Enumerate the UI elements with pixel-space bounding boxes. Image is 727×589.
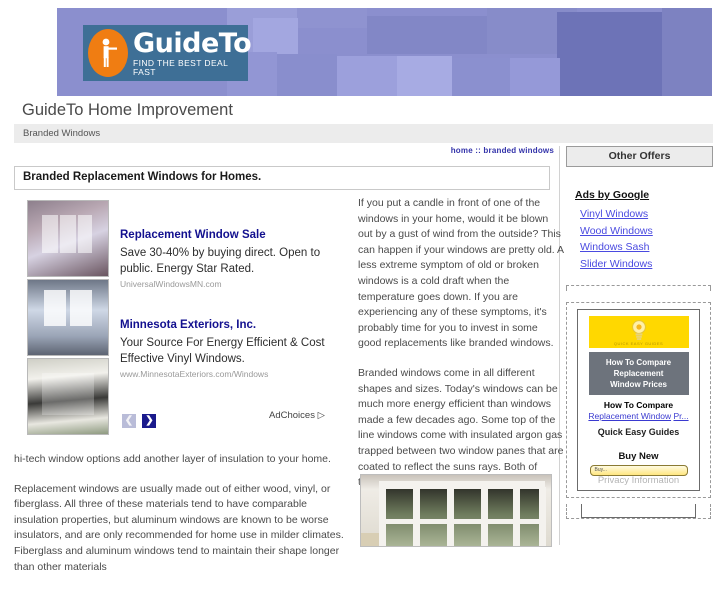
banner-block bbox=[297, 8, 367, 28]
ad-title[interactable]: Minnesota Exteriors, Inc. bbox=[120, 318, 340, 333]
article-title: Branded Replacement Windows for Homes. bbox=[23, 171, 262, 183]
ad-url: UniversalWindowsMN.com bbox=[120, 279, 222, 289]
banner-block bbox=[337, 56, 397, 96]
next-arrow-icon[interactable]: ❯ bbox=[142, 414, 157, 428]
sidebar-ad-unit[interactable]: QUICK EASY GUIDES How To Compare Replace… bbox=[577, 309, 700, 491]
adchoices-icon: ▷ bbox=[317, 410, 325, 421]
ad-thumbnails bbox=[27, 200, 109, 437]
article-title-box: Branded Replacement Windows for Homes. bbox=[14, 166, 550, 190]
privacy-information-link[interactable]: Privacy Information bbox=[582, 475, 695, 486]
article-paragraph: hi-tech window options add another layer… bbox=[14, 453, 331, 465]
logo-text: GuideTo FIND THE BEST DEAL FAST bbox=[133, 28, 252, 77]
adchoices-link[interactable]: AdChoices ▷ bbox=[269, 410, 325, 421]
breadcrumb[interactable]: home :: branded windows bbox=[451, 146, 554, 155]
logo-tagline: FIND THE BEST DEAL FAST bbox=[133, 58, 228, 77]
banner-block bbox=[452, 58, 510, 96]
ad-item[interactable]: Replacement Window Sale Save 30-40% by b… bbox=[120, 228, 340, 289]
ad-thumbnail-image[interactable] bbox=[27, 279, 109, 356]
ad-unit-link-block[interactable]: How To Compare Replacement Window Pr... bbox=[582, 400, 695, 422]
ad-thumbnail-image[interactable] bbox=[27, 358, 109, 435]
ad-unit-link-line2[interactable]: Replacement Window bbox=[588, 411, 671, 421]
ad-item[interactable]: Minnesota Exteriors, Inc. Your Source Fo… bbox=[120, 318, 340, 379]
ad-unit-link-line3[interactable]: Pr... bbox=[673, 411, 688, 421]
ad-description: Your Source For Energy Efficient & Cost … bbox=[120, 337, 325, 365]
banner-block bbox=[557, 12, 662, 96]
page-root: GuideTo FIND THE BEST DEAL FAST GuideTo … bbox=[0, 0, 727, 573]
sidebar-ad-unit-wrapper: QUICK EASY GUIDES How To Compare Replace… bbox=[566, 302, 711, 498]
person-icon bbox=[102, 38, 117, 67]
ads-by-google-label: Ads by Google bbox=[575, 189, 650, 201]
banner-block bbox=[253, 18, 298, 54]
ad-placeholder-inner bbox=[581, 504, 696, 518]
sidebar-ad-link[interactable]: Wood Windows bbox=[580, 223, 713, 240]
page-title: GuideTo Home Improvement bbox=[22, 101, 233, 119]
other-offers-button[interactable]: Other Offers bbox=[566, 146, 713, 167]
ad-block: Replacement Window Sale Save 30-40% by b… bbox=[14, 200, 344, 435]
ad-unit-headline-line: How To Compare bbox=[605, 358, 672, 367]
article-paragraph: Replacement windows are usually made out… bbox=[14, 482, 344, 573]
breadcrumb-label: Branded Windows bbox=[23, 128, 101, 139]
header-banner: GuideTo FIND THE BEST DEAL FAST bbox=[57, 8, 712, 96]
article-body: If you put a candle in front of one of t… bbox=[358, 196, 564, 505]
ad-placeholder-top bbox=[566, 285, 711, 291]
logo-person-icon bbox=[88, 29, 128, 77]
ad-unit-headline-line: Replacement bbox=[613, 369, 664, 378]
ad-unit-banner: QUICK EASY GUIDES bbox=[588, 316, 689, 348]
ad-title[interactable]: Replacement Window Sale bbox=[120, 228, 340, 243]
site-logo[interactable]: GuideTo FIND THE BEST DEAL FAST bbox=[83, 25, 252, 81]
ad-unit-banner-caption: QUICK EASY GUIDES bbox=[613, 341, 664, 346]
sidebar-ad-link[interactable]: Vinyl Windows bbox=[580, 206, 713, 223]
sidebar: Other Offers Ads by Google Vinyl Windows… bbox=[566, 146, 713, 519]
ad-unit-link-line1: How To Compare bbox=[603, 400, 674, 410]
article-paragraph: If you put a candle in front of one of t… bbox=[358, 197, 564, 350]
article-photo bbox=[360, 474, 552, 547]
sidebar-ad-link[interactable]: Windows Sash bbox=[580, 239, 713, 256]
ad-url: www.MinnesotaExteriors.com/Windows bbox=[120, 369, 269, 379]
lightbulb-icon bbox=[631, 320, 646, 340]
ad-unit-cta-label[interactable]: Buy New bbox=[582, 451, 695, 462]
banner-block bbox=[277, 54, 337, 96]
logo-name: GuideTo bbox=[133, 28, 252, 59]
adchoices-label: AdChoices bbox=[269, 410, 315, 421]
banner-block bbox=[510, 58, 560, 96]
ad-placeholder-bottom bbox=[566, 504, 711, 519]
article-paragraph: Branded windows come in all different sh… bbox=[358, 366, 564, 488]
prev-arrow-icon[interactable]: ❮ bbox=[122, 414, 136, 428]
sidebar-ad-link[interactable]: Slider Windows bbox=[580, 256, 713, 273]
banner-block bbox=[367, 16, 487, 54]
ad-unit-advertiser: Quick Easy Guides bbox=[597, 427, 680, 437]
banner-block bbox=[662, 8, 712, 96]
breadcrumb-bar: Branded Windows bbox=[14, 124, 713, 143]
ad-thumbnail-image[interactable] bbox=[27, 200, 109, 277]
ad-unit-headline-line: Window Prices bbox=[610, 380, 667, 389]
ad-unit-headline-box: How To Compare Replacement Window Prices bbox=[588, 352, 689, 395]
ad-description: Save 30-40% by buying direct. Open to pu… bbox=[120, 247, 321, 275]
article-body-lower: hi-tech window options add another layer… bbox=[14, 452, 348, 589]
banner-block bbox=[397, 56, 452, 96]
ads-by-google-links: Vinyl Windows Wood Windows Windows Sash … bbox=[580, 206, 713, 272]
ad-carousel-nav: ❮ ❯ bbox=[122, 410, 158, 428]
